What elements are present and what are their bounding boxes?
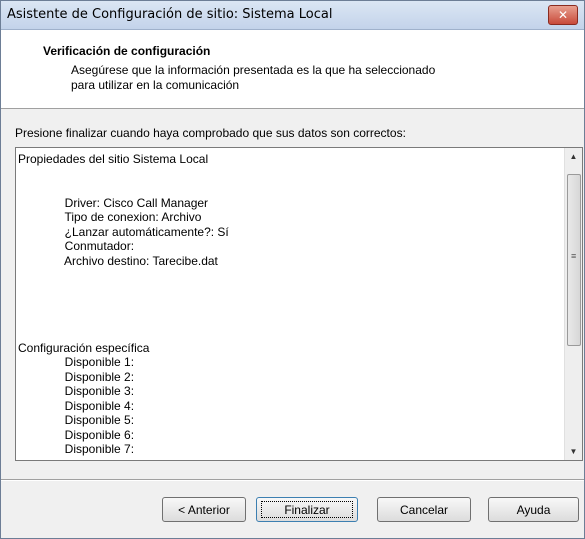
page-title: Verificación de configuración [43,44,211,58]
wizard-window: Asistente de Configuración de sitio: Sis… [0,0,585,539]
scroll-up-icon[interactable]: ▲ [565,148,582,165]
scroll-down-icon[interactable]: ▼ [565,443,582,460]
scroll-thumb[interactable]: ≡ [567,174,581,346]
help-button-label: Ayuda [516,503,551,517]
vertical-scrollbar[interactable]: ▲ ≡ ▼ [564,148,582,460]
cancel-button[interactable]: Cancelar [377,497,471,522]
wizard-header: Verificación de configuración Asegúrese … [1,30,584,109]
back-button[interactable]: < Anterior [162,497,246,522]
details-textbox[interactable]: Propiedades del sitio Sistema Local Driv… [15,147,583,461]
finish-button-label: Finalizar [284,503,330,517]
help-button[interactable]: Ayuda [488,497,579,522]
grip-icon: ≡ [571,251,577,261]
details-text: Propiedades del sitio Sistema Local Driv… [18,152,229,456]
close-icon: ✕ [557,8,569,22]
cancel-button-label: Cancelar [399,503,449,517]
footer-divider [1,479,584,481]
instruction-text: Presione finalizar cuando haya comprobad… [15,126,406,140]
page-subtitle: Asegúrese que la información presentada … [71,63,436,92]
back-button-label: < Anterior [178,503,230,517]
window-title: Asistente de Configuración de sitio: Sis… [7,7,333,22]
finish-button[interactable]: Finalizar [256,497,358,522]
title-bar: Asistente de Configuración de sitio: Sis… [1,1,584,30]
close-button[interactable]: ✕ [548,5,578,25]
